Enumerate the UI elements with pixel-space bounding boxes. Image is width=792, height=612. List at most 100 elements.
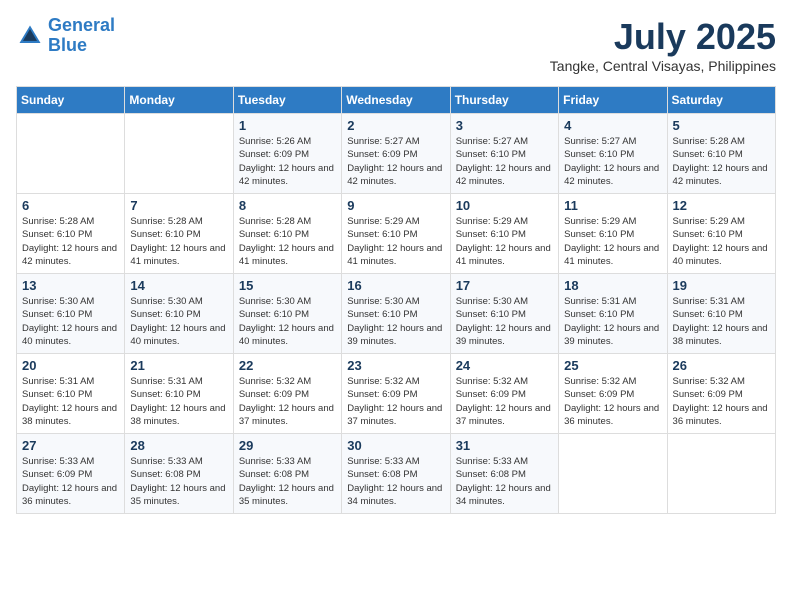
- day-number: 24: [456, 358, 553, 373]
- logo-icon: [16, 22, 44, 50]
- cell-info: Sunrise: 5:28 AM Sunset: 6:10 PM Dayligh…: [239, 215, 336, 268]
- day-number: 28: [130, 438, 227, 453]
- cell-info: Sunrise: 5:32 AM Sunset: 6:09 PM Dayligh…: [456, 375, 553, 428]
- day-number: 15: [239, 278, 336, 293]
- day-number: 18: [564, 278, 661, 293]
- calendar-cell: 21 Sunrise: 5:31 AM Sunset: 6:10 PM Dayli…: [125, 354, 233, 434]
- calendar-cell: 23 Sunrise: 5:32 AM Sunset: 6:09 PM Dayli…: [342, 354, 450, 434]
- day-number: 31: [456, 438, 553, 453]
- cell-info: Sunrise: 5:32 AM Sunset: 6:09 PM Dayligh…: [239, 375, 336, 428]
- day-number: 2: [347, 118, 444, 133]
- day-number: 6: [22, 198, 119, 213]
- calendar-cell: 3Sunrise: 5:27 AM Sunset: 6:10 PM Daylig…: [450, 114, 558, 194]
- weekday-header-cell: Saturday: [667, 87, 775, 114]
- day-number: 22: [239, 358, 336, 373]
- weekday-header-cell: Friday: [559, 87, 667, 114]
- calendar-cell: 6 Sunrise: 5:28 AM Sunset: 6:10 PM Daylig…: [17, 194, 125, 274]
- cell-info: Sunrise: 5:27 AM Sunset: 6:09 PM Dayligh…: [347, 135, 444, 188]
- page-header: General Blue July 2025 Tangke, Central V…: [16, 16, 776, 74]
- calendar-week-row: 20Sunrise: 5:31 AM Sunset: 6:10 PM Dayli…: [17, 354, 776, 434]
- calendar-cell: 16Sunrise: 5:30 AM Sunset: 6:10 PM Dayli…: [342, 274, 450, 354]
- cell-info: Sunrise: 5:33 AM Sunset: 6:08 PM Dayligh…: [456, 455, 553, 508]
- day-number: 1: [239, 118, 336, 133]
- cell-info: Sunrise: 5:31 AM Sunset: 6:10 PM Dayligh…: [130, 375, 227, 428]
- day-number: 14: [130, 278, 227, 293]
- day-number: 11: [564, 198, 661, 213]
- cell-info: Sunrise: 5:27 AM Sunset: 6:10 PM Dayligh…: [456, 135, 553, 188]
- weekday-header-cell: Thursday: [450, 87, 558, 114]
- location: Tangke, Central Visayas, Philippines: [550, 58, 776, 74]
- day-number: 27: [22, 438, 119, 453]
- day-number: 9: [347, 198, 444, 213]
- calendar-cell: 7 Sunrise: 5:28 AM Sunset: 6:10 PM Daylig…: [125, 194, 233, 274]
- cell-info: Sunrise: 5:29 AM Sunset: 6:10 PM Dayligh…: [347, 215, 444, 268]
- day-number: 19: [673, 278, 770, 293]
- calendar-cell: 30Sunrise: 5:33 AM Sunset: 6:08 PM Dayli…: [342, 434, 450, 514]
- day-number: 13: [22, 278, 119, 293]
- day-number: 8: [239, 198, 336, 213]
- month-year: July 2025: [550, 16, 776, 58]
- cell-info: Sunrise: 5:29 AM Sunset: 6:10 PM Dayligh…: [673, 215, 770, 268]
- day-number: 7: [130, 198, 227, 213]
- cell-info: Sunrise: 5:33 AM Sunset: 6:08 PM Dayligh…: [239, 455, 336, 508]
- logo: General Blue: [16, 16, 115, 56]
- day-number: 4: [564, 118, 661, 133]
- calendar-cell: 15 Sunrise: 5:30 AM Sunset: 6:10 PM Dayli…: [233, 274, 341, 354]
- calendar-week-row: 13 Sunrise: 5:30 AM Sunset: 6:10 PM Dayli…: [17, 274, 776, 354]
- calendar-cell: 18 Sunrise: 5:31 AM Sunset: 6:10 PM Dayli…: [559, 274, 667, 354]
- day-number: 5: [673, 118, 770, 133]
- cell-info: Sunrise: 5:31 AM Sunset: 6:10 PM Dayligh…: [564, 295, 661, 348]
- cell-info: Sunrise: 5:29 AM Sunset: 6:10 PM Dayligh…: [564, 215, 661, 268]
- weekday-header-cell: Monday: [125, 87, 233, 114]
- calendar-cell: 25Sunrise: 5:32 AM Sunset: 6:09 PM Dayli…: [559, 354, 667, 434]
- calendar-cell: 24 Sunrise: 5:32 AM Sunset: 6:09 PM Dayli…: [450, 354, 558, 434]
- cell-info: Sunrise: 5:26 AM Sunset: 6:09 PM Dayligh…: [239, 135, 336, 188]
- cell-info: Sunrise: 5:27 AM Sunset: 6:10 PM Dayligh…: [564, 135, 661, 188]
- day-number: 16: [347, 278, 444, 293]
- calendar-cell: [667, 434, 775, 514]
- day-number: 23: [347, 358, 444, 373]
- calendar-cell: 1 Sunrise: 5:26 AM Sunset: 6:09 PM Daylig…: [233, 114, 341, 194]
- calendar-week-row: 27Sunrise: 5:33 AM Sunset: 6:09 PM Dayli…: [17, 434, 776, 514]
- calendar-cell: 8 Sunrise: 5:28 AM Sunset: 6:10 PM Daylig…: [233, 194, 341, 274]
- day-number: 12: [673, 198, 770, 213]
- calendar-cell: 26 Sunrise: 5:32 AM Sunset: 6:09 PM Dayli…: [667, 354, 775, 434]
- calendar-cell: 11 Sunrise: 5:29 AM Sunset: 6:10 PM Dayli…: [559, 194, 667, 274]
- day-number: 21: [130, 358, 227, 373]
- calendar-cell: 14Sunrise: 5:30 AM Sunset: 6:10 PM Dayli…: [125, 274, 233, 354]
- calendar-cell: 17 Sunrise: 5:30 AM Sunset: 6:10 PM Dayli…: [450, 274, 558, 354]
- cell-info: Sunrise: 5:29 AM Sunset: 6:10 PM Dayligh…: [456, 215, 553, 268]
- cell-info: Sunrise: 5:30 AM Sunset: 6:10 PM Dayligh…: [456, 295, 553, 348]
- cell-info: Sunrise: 5:33 AM Sunset: 6:08 PM Dayligh…: [130, 455, 227, 508]
- weekday-header-cell: Sunday: [17, 87, 125, 114]
- title-block: July 2025 Tangke, Central Visayas, Phili…: [550, 16, 776, 74]
- calendar-cell: 22 Sunrise: 5:32 AM Sunset: 6:09 PM Dayli…: [233, 354, 341, 434]
- logo-line1: General: [48, 15, 115, 35]
- weekday-header-cell: Wednesday: [342, 87, 450, 114]
- calendar-cell: 13 Sunrise: 5:30 AM Sunset: 6:10 PM Dayli…: [17, 274, 125, 354]
- calendar-cell: 12 Sunrise: 5:29 AM Sunset: 6:10 PM Dayli…: [667, 194, 775, 274]
- cell-info: Sunrise: 5:32 AM Sunset: 6:09 PM Dayligh…: [673, 375, 770, 428]
- calendar-week-row: 1 Sunrise: 5:26 AM Sunset: 6:09 PM Daylig…: [17, 114, 776, 194]
- logo-text: General Blue: [48, 16, 115, 56]
- logo-line2: Blue: [48, 35, 87, 55]
- cell-info: Sunrise: 5:28 AM Sunset: 6:10 PM Dayligh…: [22, 215, 119, 268]
- cell-info: Sunrise: 5:30 AM Sunset: 6:10 PM Dayligh…: [239, 295, 336, 348]
- calendar-week-row: 6 Sunrise: 5:28 AM Sunset: 6:10 PM Daylig…: [17, 194, 776, 274]
- day-number: 17: [456, 278, 553, 293]
- calendar-cell: [125, 114, 233, 194]
- calendar-cell: 28 Sunrise: 5:33 AM Sunset: 6:08 PM Dayli…: [125, 434, 233, 514]
- calendar-cell: 31 Sunrise: 5:33 AM Sunset: 6:08 PM Dayli…: [450, 434, 558, 514]
- cell-info: Sunrise: 5:31 AM Sunset: 6:10 PM Dayligh…: [22, 375, 119, 428]
- calendar-cell: 19Sunrise: 5:31 AM Sunset: 6:10 PM Dayli…: [667, 274, 775, 354]
- calendar-body: 1 Sunrise: 5:26 AM Sunset: 6:09 PM Daylig…: [17, 114, 776, 514]
- calendar-cell: 27Sunrise: 5:33 AM Sunset: 6:09 PM Dayli…: [17, 434, 125, 514]
- day-number: 26: [673, 358, 770, 373]
- cell-info: Sunrise: 5:28 AM Sunset: 6:10 PM Dayligh…: [130, 215, 227, 268]
- cell-info: Sunrise: 5:30 AM Sunset: 6:10 PM Dayligh…: [22, 295, 119, 348]
- cell-info: Sunrise: 5:28 AM Sunset: 6:10 PM Dayligh…: [673, 135, 770, 188]
- cell-info: Sunrise: 5:32 AM Sunset: 6:09 PM Dayligh…: [347, 375, 444, 428]
- calendar-cell: 4 Sunrise: 5:27 AM Sunset: 6:10 PM Daylig…: [559, 114, 667, 194]
- day-number: 30: [347, 438, 444, 453]
- weekday-header-row: SundayMondayTuesdayWednesdayThursdayFrid…: [17, 87, 776, 114]
